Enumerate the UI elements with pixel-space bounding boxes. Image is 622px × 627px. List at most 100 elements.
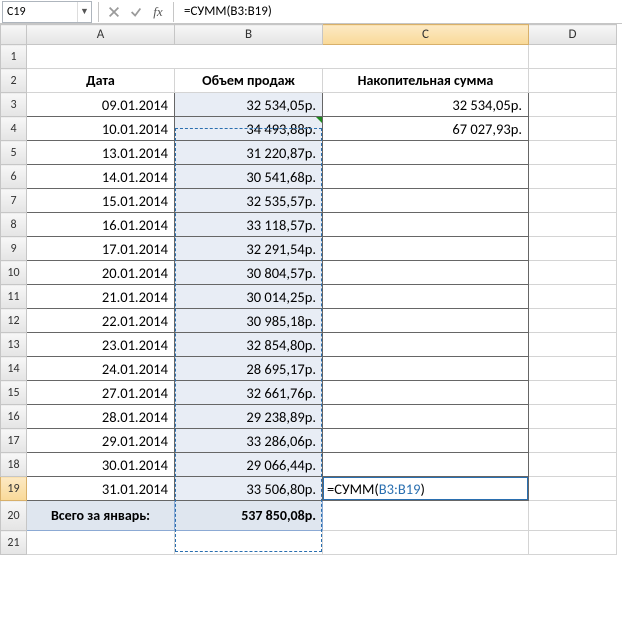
cell-volume[interactable]: 30 985,18р. — [175, 309, 323, 333]
cell[interactable] — [529, 261, 617, 285]
cell-date[interactable]: 28.01.2014 — [27, 405, 175, 429]
cell[interactable] — [529, 531, 617, 555]
cell-accum[interactable]: =СУММ(B3:B19) — [323, 477, 529, 501]
cell-accum[interactable] — [323, 237, 529, 261]
cell-date[interactable]: 09.01.2014 — [27, 93, 175, 117]
cell-accum[interactable] — [323, 189, 529, 213]
row-header[interactable]: 1 — [1, 45, 27, 69]
name-box[interactable]: C19 ▼ — [2, 1, 92, 23]
cell-accum[interactable] — [323, 453, 529, 477]
cell-accum[interactable] — [323, 165, 529, 189]
confirm-icon[interactable] — [125, 2, 147, 22]
row-header[interactable]: 11 — [1, 285, 27, 309]
row-header[interactable]: 17 — [1, 429, 27, 453]
spreadsheet-grid[interactable]: A B C D 1 Объем продаж за январь 2014 го… — [0, 24, 617, 555]
cell[interactable] — [529, 117, 617, 141]
cell-volume[interactable]: 32 854,80р. — [175, 333, 323, 357]
row-header[interactable]: 6 — [1, 165, 27, 189]
cell-accum[interactable] — [323, 261, 529, 285]
cell-date[interactable]: 30.01.2014 — [27, 453, 175, 477]
cell[interactable] — [529, 333, 617, 357]
cell-date[interactable]: 10.01.2014 — [27, 117, 175, 141]
dropdown-icon[interactable]: ▼ — [77, 2, 91, 22]
cell-accum[interactable] — [323, 429, 529, 453]
cell[interactable] — [529, 165, 617, 189]
cell-volume[interactable]: 30 804,57р. — [175, 261, 323, 285]
cell-volume[interactable]: 28 695,17р. — [175, 357, 323, 381]
cell[interactable] — [529, 69, 617, 93]
row-header[interactable]: 12 — [1, 309, 27, 333]
cell-volume[interactable]: 32 534,05р. — [175, 93, 323, 117]
row-header[interactable]: 7 — [1, 189, 27, 213]
row-header[interactable]: 5 — [1, 141, 27, 165]
header-date[interactable]: Дата — [27, 69, 175, 93]
cell-volume[interactable]: 29 238,89р. — [175, 405, 323, 429]
row-header[interactable]: 15 — [1, 381, 27, 405]
total-value[interactable]: 537 850,08р. — [175, 501, 323, 531]
cell-accum[interactable]: 67 027,93р. — [323, 117, 529, 141]
cell-date[interactable]: 21.01.2014 — [27, 285, 175, 309]
row-header[interactable]: 3 — [1, 93, 27, 117]
select-all-corner[interactable] — [1, 25, 27, 45]
row-header[interactable]: 21 — [1, 531, 27, 555]
cell[interactable] — [323, 531, 529, 555]
cell-accum[interactable] — [323, 309, 529, 333]
cell[interactable] — [529, 237, 617, 261]
cell-volume[interactable]: 31 220,87р. — [175, 141, 323, 165]
cell-volume[interactable]: 33 286,06р. — [175, 429, 323, 453]
cell-accum[interactable] — [323, 357, 529, 381]
cell-volume[interactable]: 29 066,44р. — [175, 453, 323, 477]
cell[interactable] — [529, 357, 617, 381]
row-header[interactable]: 16 — [1, 405, 27, 429]
col-header-A[interactable]: A — [27, 25, 175, 45]
cell[interactable] — [529, 405, 617, 429]
total-label[interactable]: Всего за январь: — [27, 501, 175, 531]
col-header-D[interactable]: D — [529, 25, 617, 45]
cell[interactable] — [529, 141, 617, 165]
cell-date[interactable]: 16.01.2014 — [27, 213, 175, 237]
cell-date[interactable]: 27.01.2014 — [27, 381, 175, 405]
cell[interactable] — [529, 45, 617, 69]
cell[interactable] — [529, 453, 617, 477]
cell-date[interactable]: 24.01.2014 — [27, 357, 175, 381]
cell[interactable] — [529, 213, 617, 237]
cell-volume[interactable]: 32 535,57р. — [175, 189, 323, 213]
cell-accum[interactable] — [323, 381, 529, 405]
cancel-icon[interactable] — [103, 2, 125, 22]
formula-input[interactable]: =СУММ(B3:B19) — [178, 0, 622, 23]
cell-volume[interactable]: 30 014,25р. — [175, 285, 323, 309]
header-volume[interactable]: Объем продаж — [175, 69, 323, 93]
row-header[interactable]: 10 — [1, 261, 27, 285]
cell[interactable] — [175, 531, 323, 555]
cell-date[interactable]: 29.01.2014 — [27, 429, 175, 453]
cell-volume[interactable]: 34 493,88р. — [175, 117, 323, 141]
cell[interactable] — [529, 285, 617, 309]
cell-date[interactable]: 23.01.2014 — [27, 333, 175, 357]
row-header[interactable]: 8 — [1, 213, 27, 237]
cell-accum[interactable] — [323, 213, 529, 237]
cell-date[interactable]: 22.01.2014 — [27, 309, 175, 333]
cell[interactable] — [529, 93, 617, 117]
row-header[interactable]: 2 — [1, 69, 27, 93]
cell-volume[interactable]: 32 661,76р. — [175, 381, 323, 405]
cell-accum[interactable]: 32 534,05р. — [323, 93, 529, 117]
cell[interactable] — [529, 477, 617, 501]
cell[interactable] — [323, 501, 529, 531]
cell-date[interactable]: 15.01.2014 — [27, 189, 175, 213]
title-cell[interactable]: Объем продаж за январь 2014 года — [27, 45, 529, 69]
cell-date[interactable]: 31.01.2014 — [27, 477, 175, 501]
cell[interactable] — [529, 501, 617, 531]
col-header-B[interactable]: B — [175, 25, 323, 45]
cell[interactable] — [529, 381, 617, 405]
row-header[interactable]: 4 — [1, 117, 27, 141]
cell-date[interactable]: 20.01.2014 — [27, 261, 175, 285]
cell-date[interactable]: 14.01.2014 — [27, 165, 175, 189]
cell-accum[interactable] — [323, 141, 529, 165]
row-header[interactable]: 18 — [1, 453, 27, 477]
row-header[interactable]: 20 — [1, 501, 27, 531]
cell-volume[interactable]: 33 118,57р. — [175, 213, 323, 237]
cell-accum[interactable] — [323, 405, 529, 429]
cell-date[interactable]: 17.01.2014 — [27, 237, 175, 261]
cell-date[interactable]: 13.01.2014 — [27, 141, 175, 165]
cell-volume[interactable]: 30 541,68р. — [175, 165, 323, 189]
